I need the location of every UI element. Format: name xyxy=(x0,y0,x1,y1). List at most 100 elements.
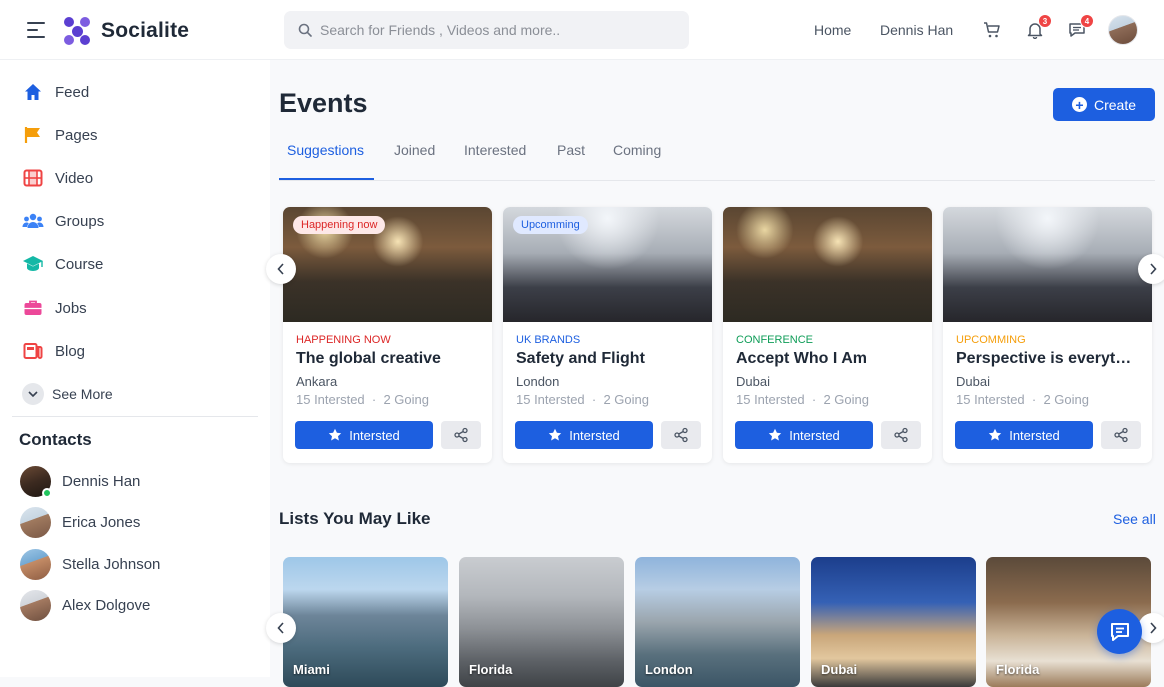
contact-name: Erica Jones xyxy=(62,513,141,531)
star-icon xyxy=(769,428,782,441)
sidebar-item-jobs[interactable]: Jobs xyxy=(22,296,87,320)
event-title[interactable]: The global creative xyxy=(296,350,479,368)
event-location: Dubai xyxy=(956,374,990,389)
user-avatar[interactable] xyxy=(1108,15,1138,45)
place-card[interactable]: Dubai xyxy=(811,557,976,687)
interested-label: Intersted xyxy=(569,427,620,443)
sidebar-item-pages[interactable]: Pages xyxy=(22,123,98,147)
place-name: Dubai xyxy=(821,662,858,677)
status-badge: Upcomming xyxy=(513,216,588,234)
sidebar-item-label: Jobs xyxy=(55,299,87,317)
event-card[interactable]: Happening now HAPPENING NOW The global c… xyxy=(283,207,492,463)
menu-icon[interactable] xyxy=(27,22,45,38)
chat-button[interactable] xyxy=(1097,609,1142,654)
interested-button[interactable]: Intersted xyxy=(515,421,653,449)
logo[interactable]: Socialite xyxy=(62,15,189,47)
place-name: Florida xyxy=(996,662,1040,677)
sidebar-item-feed[interactable]: Feed xyxy=(22,80,89,104)
event-stats: 15 Intersted · 2 Going xyxy=(956,392,1089,407)
contacts-heading: Contacts xyxy=(19,430,92,449)
film-icon xyxy=(22,167,44,189)
create-button[interactable]: + Create xyxy=(1053,88,1155,121)
create-label: Create xyxy=(1093,96,1137,113)
contact-item[interactable]: Erica Jones xyxy=(20,506,140,538)
sidebar-item-course[interactable]: Course xyxy=(22,252,103,276)
blog-icon xyxy=(22,340,44,362)
lists-prev-button[interactable] xyxy=(266,613,296,643)
tab-suggestions[interactable]: Suggestions xyxy=(287,142,364,158)
nav-home-link[interactable]: Home xyxy=(814,22,851,38)
sidebar-item-label: Course xyxy=(55,255,104,273)
messages-button[interactable]: 4 xyxy=(1065,14,1094,42)
avatar xyxy=(20,589,51,621)
event-card[interactable]: Upcomming UK BRANDS Safety and Flight Lo… xyxy=(503,207,712,463)
share-icon xyxy=(454,427,468,443)
carousel-next-button[interactable] xyxy=(1138,254,1164,284)
interested-button[interactable]: Intersted xyxy=(955,421,1093,449)
chat-icon xyxy=(1110,622,1129,641)
event-title[interactable]: Safety and Flight xyxy=(516,350,699,368)
cart-button[interactable] xyxy=(980,18,1004,42)
avatar xyxy=(20,506,51,538)
avatar xyxy=(20,548,51,580)
place-card[interactable]: Florida xyxy=(459,557,624,687)
going-count: 2 Going xyxy=(1043,392,1089,407)
contact-item[interactable]: Dennis Han xyxy=(20,465,140,498)
interested-count: 15 Intersted xyxy=(296,392,365,407)
sidebar-item-label: Pages xyxy=(55,126,98,144)
place-card[interactable]: London xyxy=(635,557,800,687)
sidebar-divider xyxy=(12,416,258,417)
briefcase-icon xyxy=(22,297,44,319)
see-all-link[interactable]: See all xyxy=(1113,511,1156,527)
event-location: Dubai xyxy=(736,374,770,389)
online-indicator xyxy=(42,487,52,498)
event-card[interactable]: CONFERENCE Accept Who I Am Dubai 15 Inte… xyxy=(723,207,932,463)
lists-next-button[interactable] xyxy=(1138,613,1164,643)
sidebar-item-blog[interactable]: Blog xyxy=(22,339,85,363)
carousel-prev-button[interactable] xyxy=(266,254,296,284)
tab-interested[interactable]: Interested xyxy=(464,142,526,158)
event-image xyxy=(943,207,1152,322)
sidebar-see-more[interactable]: See More xyxy=(22,382,113,406)
place-name: Miami xyxy=(293,662,330,677)
nav-profile-link[interactable]: Dennis Han xyxy=(880,22,953,38)
sidebar-item-groups[interactable]: Groups xyxy=(22,209,104,233)
event-title[interactable]: Perspective is everyt… xyxy=(956,350,1139,368)
share-icon xyxy=(894,427,908,443)
star-icon xyxy=(989,428,1002,441)
interested-button[interactable]: Intersted xyxy=(295,421,433,449)
share-button[interactable] xyxy=(661,421,701,449)
notifications-button[interactable]: 3 xyxy=(1023,14,1052,42)
tab-past[interactable]: Past xyxy=(557,142,585,158)
graduation-cap-icon xyxy=(22,253,44,275)
star-icon xyxy=(549,428,562,441)
search-input[interactable] xyxy=(320,22,680,38)
interested-count: 15 Intersted xyxy=(956,392,1025,407)
search-bar[interactable] xyxy=(284,11,689,49)
contact-item[interactable]: Stella Johnson xyxy=(20,548,160,580)
contact-item[interactable]: Alex Dolgove xyxy=(20,589,150,621)
sidebar-item-video[interactable]: Video xyxy=(22,166,93,190)
tab-coming[interactable]: Coming xyxy=(613,142,661,158)
event-image: Happening now xyxy=(283,207,492,322)
event-location: London xyxy=(516,374,560,389)
sidebar-item-label: Video xyxy=(55,169,94,187)
event-card[interactable]: UPCOMMING Perspective is everyt… Dubai 1… xyxy=(943,207,1152,463)
event-tabs: Suggestions Joined Interested Past Comin… xyxy=(279,132,1155,181)
event-stats: 15 Intersted · 2 Going xyxy=(296,392,429,407)
contact-name: Alex Dolgove xyxy=(62,596,151,614)
event-title[interactable]: Accept Who I Am xyxy=(736,350,919,368)
share-button[interactable] xyxy=(441,421,481,449)
event-location: Ankara xyxy=(296,374,338,389)
cart-icon xyxy=(984,22,1000,38)
interested-count: 15 Intersted xyxy=(516,392,585,407)
tab-joined[interactable]: Joined xyxy=(394,142,435,158)
place-card[interactable]: Miami xyxy=(283,557,448,687)
see-more-label: See More xyxy=(52,386,113,402)
share-button[interactable] xyxy=(881,421,921,449)
chevron-down-icon xyxy=(22,383,44,405)
share-button[interactable] xyxy=(1101,421,1141,449)
interested-button[interactable]: Intersted xyxy=(735,421,873,449)
contact-name: Stella Johnson xyxy=(62,555,161,573)
lists-heading: Lists You May Like xyxy=(279,509,431,528)
